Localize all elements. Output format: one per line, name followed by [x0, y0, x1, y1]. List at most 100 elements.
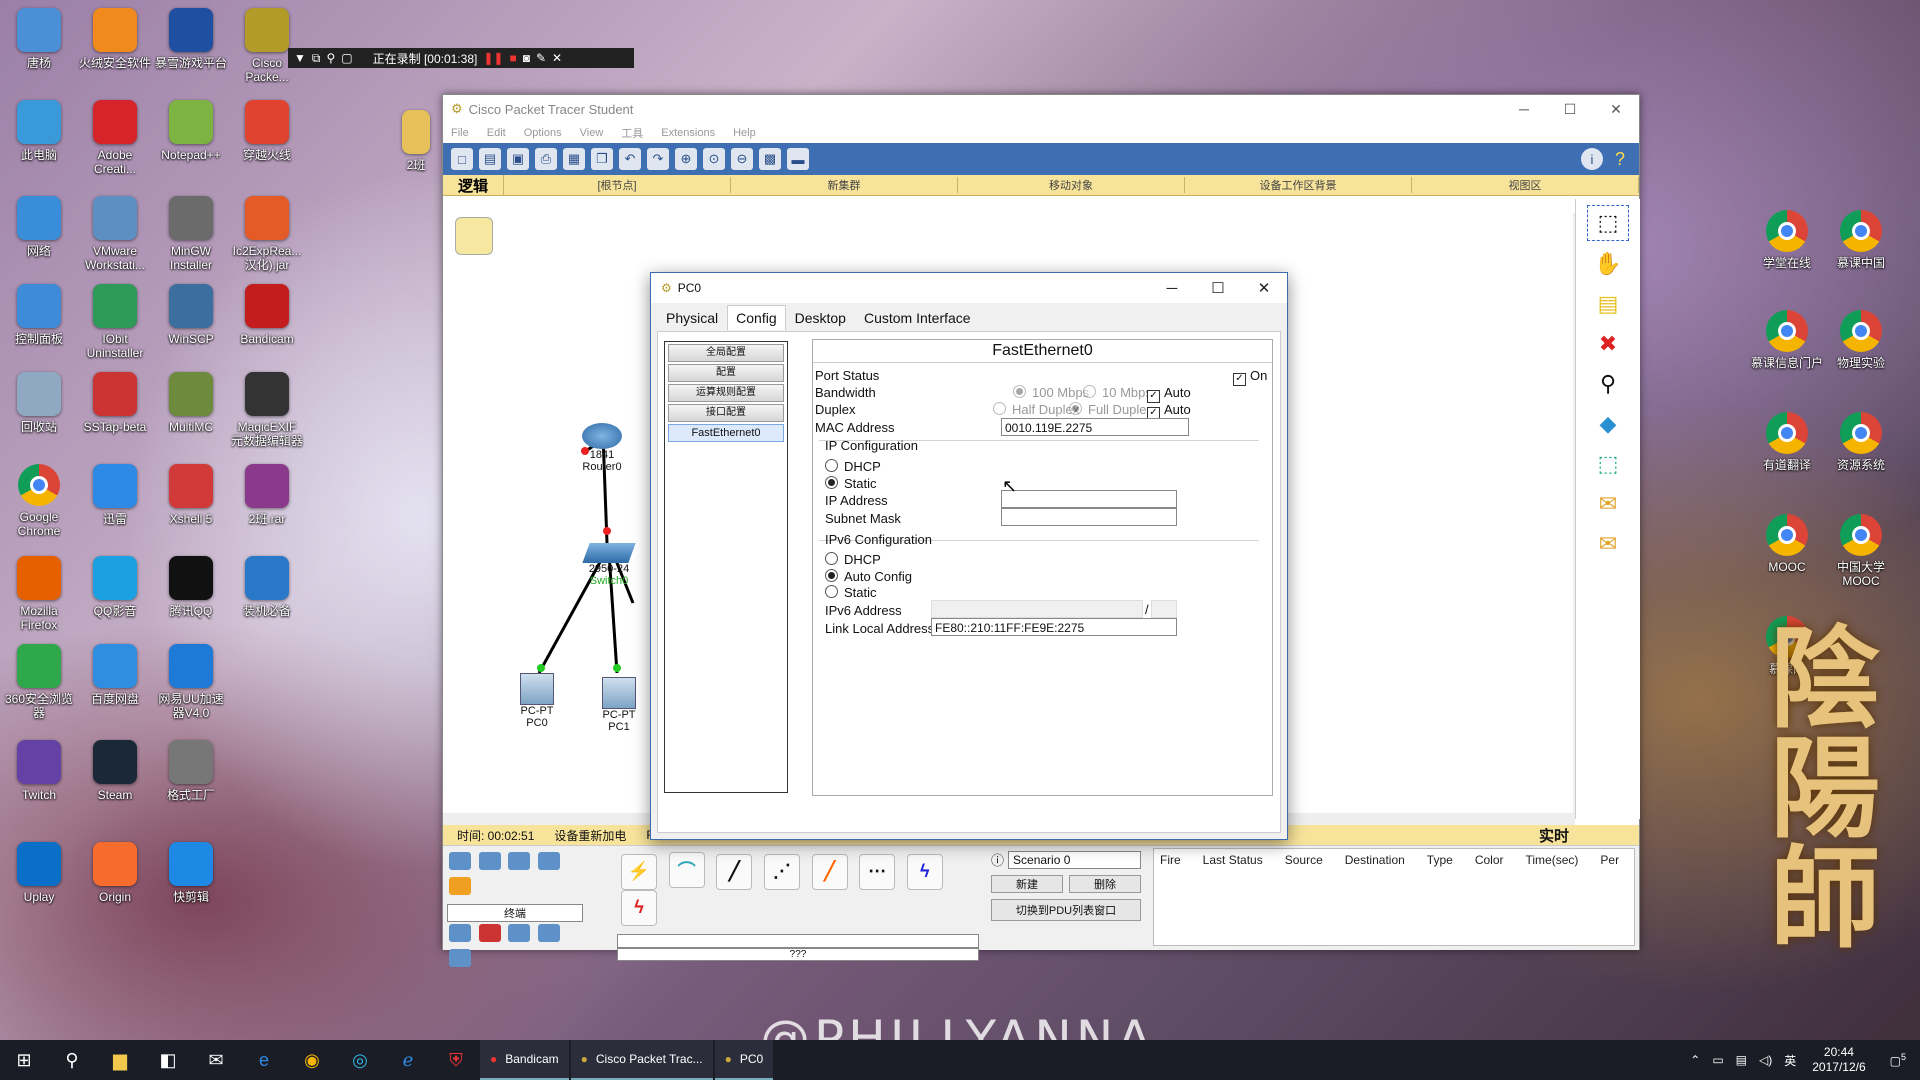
half-duplex-radio[interactable]: Half Duplex [993, 402, 1079, 417]
nav-bar-item[interactable]: [根节点] [504, 177, 731, 193]
desktop-icon[interactable]: WinSCP [154, 284, 228, 346]
menu-item[interactable]: Extensions [661, 127, 715, 139]
straight-cable-icon[interactable]: ╱ [716, 853, 753, 890]
logic-tab[interactable]: 逻辑 [443, 174, 504, 196]
desktop-icon[interactable]: 暴雪游戏平台 [154, 8, 228, 70]
desktop-icon[interactable]: 网络 [2, 196, 76, 258]
config-nav-item[interactable]: FastEthernet0 [668, 424, 784, 442]
pc0-device[interactable]: PC-PT PC0 [507, 673, 567, 729]
connection-category-icon[interactable] [449, 877, 471, 895]
draw-shape-icon[interactable]: ◆ [1588, 407, 1628, 441]
subnet-mask-input[interactable] [1001, 508, 1177, 526]
camera-icon[interactable]: ◙ [523, 51, 530, 65]
wireless-category-icon[interactable] [537, 852, 560, 870]
desktop-folder[interactable]: 2班 [396, 110, 436, 172]
desktop-icon[interactable]: 网易UU加速器V4.0 [154, 644, 228, 720]
desktop-icon[interactable]: QQ影音 [78, 556, 152, 618]
pdu-column-header[interactable]: Destination [1345, 853, 1405, 867]
print-icon[interactable]: ⎙ [535, 148, 557, 170]
menu-item[interactable]: Edit [487, 127, 506, 139]
info-icon[interactable]: ⓘ [991, 850, 1004, 869]
shield-icon[interactable]: ⛨ [432, 1040, 480, 1080]
desktop-icon[interactable]: Ic2ExpRea... 汉化).jar [230, 196, 304, 272]
desktop-icon[interactable]: SSTap-beta [78, 372, 152, 434]
note-icon[interactable]: ▤ [1588, 287, 1628, 321]
chevron-up-icon[interactable]: ⌃ [1690, 1053, 1700, 1067]
end-device-icon[interactable] [449, 924, 471, 942]
zoom-reset-icon[interactable]: ⊙ [703, 148, 725, 170]
desktop-icon[interactable]: 穿越火线 [230, 100, 304, 162]
desktop-icon[interactable]: 360安全浏览器 [2, 644, 76, 720]
help-icon[interactable]: ? [1609, 148, 1631, 170]
desktop-icon[interactable]: 装机必备 [230, 556, 304, 618]
desktop-icon[interactable]: 2班.rar [230, 464, 304, 526]
router0-device[interactable]: 1841 Router0 [579, 423, 625, 473]
menu-item[interactable]: Help [733, 127, 756, 139]
region-icon[interactable]: ▢ [341, 51, 352, 65]
search-icon[interactable]: ⚲ [326, 51, 335, 65]
bandwidth-10-radio[interactable]: 10 Mbps [1083, 385, 1152, 400]
desktop-icon[interactable]: Steam [78, 740, 152, 802]
auto-connection-icon[interactable]: ⚡ [621, 853, 657, 890]
desktop-shortcut[interactable]: MOOC [1750, 514, 1824, 574]
pdu-column-header[interactable]: Fire [1160, 853, 1181, 867]
desktop-icon[interactable]: Xshell 5 [154, 464, 228, 526]
minimize-button[interactable]: ─ [1501, 95, 1547, 123]
dropdown-icon[interactable]: ▼ [294, 51, 306, 65]
zoom-in-icon[interactable]: ⊕ [675, 148, 697, 170]
add-complex-pdu-icon[interactable]: ✉ [1588, 527, 1628, 561]
desktop-icon[interactable]: Uplay [2, 842, 76, 904]
desktop-shortcut[interactable]: 学堂在线 [1750, 210, 1824, 270]
coaxial-cable-icon[interactable]: ϟ [906, 853, 943, 890]
ipv6-dhcp-radio[interactable]: DHCP [825, 552, 881, 567]
desktop-icon[interactable]: MultiMC [154, 372, 228, 434]
custom-device-icon[interactable] [537, 924, 560, 942]
edge-icon[interactable]: e [240, 1040, 288, 1080]
crossover-cable-icon[interactable]: ⋰ [763, 853, 800, 890]
new-scenario-button[interactable]: 新建 [991, 875, 1063, 893]
hub-category-icon[interactable] [508, 852, 531, 870]
ip-address-input[interactable] [1001, 490, 1177, 508]
pen-icon[interactable]: ✎ [536, 51, 546, 65]
desktop-icon[interactable]: 回收站 [2, 372, 76, 434]
desktop-icon[interactable]: Google Chrome [2, 464, 76, 538]
desktop-icon[interactable]: IObit Uninstaller [78, 284, 152, 360]
delete-icon[interactable]: ✖ [1588, 327, 1628, 361]
desktop-icon[interactable]: VMware Workstati... [78, 196, 152, 272]
menu-item[interactable]: File [451, 127, 469, 139]
pdu-column-header[interactable]: Last Status [1203, 853, 1263, 867]
hand-icon[interactable]: ✋ [1588, 247, 1628, 281]
switch0-device[interactable]: 2950-24 Switch0 [581, 543, 637, 587]
undo-icon[interactable]: ↶ [619, 148, 641, 170]
bandwidth-100-radio[interactable]: 100 Mbps [1013, 385, 1089, 400]
bandwidth-auto-checkbox[interactable]: ✓ Auto [1147, 385, 1191, 403]
pc1-device[interactable]: PC-PT PC1 [589, 677, 649, 733]
close-icon[interactable]: ✕ [552, 51, 562, 65]
tab-config[interactable]: Config [727, 305, 786, 330]
connection-scrollbar[interactable] [617, 933, 979, 948]
desktop-icon[interactable]: 格式工厂 [154, 740, 228, 802]
pdu-column-header[interactable]: Color [1475, 853, 1504, 867]
power-cycle-button[interactable]: 设备重新加电 [554, 827, 626, 844]
volume-icon[interactable]: ◁) [1759, 1053, 1772, 1067]
desktop-shortcut[interactable]: 慕课信息门户 [1750, 310, 1824, 370]
battery-icon[interactable]: ▭ [1712, 1053, 1723, 1067]
maximize-button[interactable]: ☐ [1547, 95, 1593, 123]
config-nav-item[interactable]: 运算规则配置 [668, 384, 784, 402]
copy-icon[interactable]: ❐ [591, 148, 613, 170]
desktop-icon[interactable]: MinGW Installer [154, 196, 228, 272]
select-icon[interactable]: ⬚ [1587, 205, 1629, 241]
minimize-button[interactable]: ─ [1149, 273, 1195, 303]
toggle-pdu-list-button[interactable]: 切换到PDU列表窗口 [991, 899, 1141, 921]
serial-dce-icon[interactable]: ϟ [621, 889, 657, 926]
desktop-shortcut[interactable]: 有道翻译 [1750, 412, 1824, 472]
desktop-icon[interactable]: Bandicam [230, 284, 304, 346]
tab-desktop[interactable]: Desktop [786, 305, 855, 330]
nav-bar-item[interactable]: 视图区 [1412, 177, 1639, 193]
zoom-out-icon[interactable]: ⊖ [731, 148, 753, 170]
pdu-column-header[interactable]: Per [1600, 853, 1619, 867]
store-icon[interactable]: ◧ [144, 1040, 192, 1080]
pdu-column-header[interactable]: Time(sec) [1526, 853, 1579, 867]
menu-item[interactable]: 工具 [621, 125, 643, 141]
start-icon[interactable]: ⊞ [0, 1040, 48, 1080]
